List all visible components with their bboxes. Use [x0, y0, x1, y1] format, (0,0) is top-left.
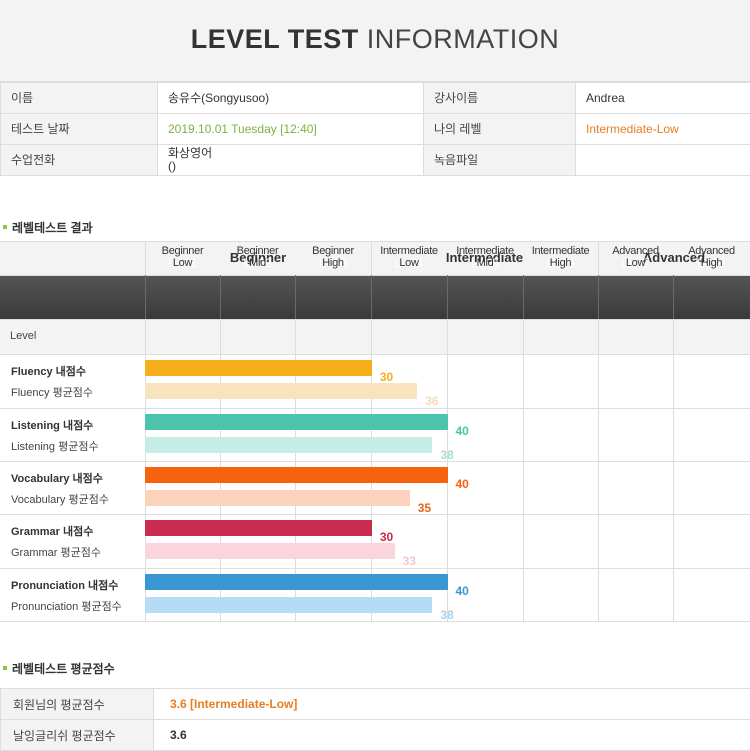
phone-value: 화상영어(): [158, 145, 424, 176]
sublevel-label: AdvancedHigh: [673, 245, 750, 269]
grid-line-h: [0, 461, 750, 462]
member-average-value: 3.6 [Intermediate-Low]: [154, 689, 750, 720]
score-bar-average: [145, 597, 432, 613]
average-section-title: 레벨테스트 평균점수: [3, 660, 115, 677]
info-table: 이름 송유수(Songyusoo) 강사이름 Andrea 테스트 날짜 201…: [0, 82, 750, 176]
grid-line-h: [0, 621, 750, 622]
page-header: LEVEL TEST INFORMATION: [0, 0, 750, 82]
grid-line-v: [673, 319, 674, 621]
score-bar-mine: [145, 467, 448, 483]
sublevel-label: IntermediateHigh: [523, 245, 598, 269]
level-chart: Level BeginnerIntermediateAdvancedLv.01L…: [0, 241, 750, 622]
phone-value-line1: 화상영어: [168, 147, 413, 160]
name-label: 이름: [1, 83, 158, 114]
score-bar-average: [145, 543, 395, 559]
score-value-mine: 40: [456, 477, 469, 491]
score-label-average: Listening 평균점수: [11, 438, 99, 454]
score-value-average: 36: [425, 394, 438, 408]
grid-line-h: [0, 319, 750, 320]
level-separator: [371, 275, 372, 319]
record-value[interactable]: [576, 145, 750, 176]
page-title: LEVEL TEST INFORMATION: [0, 24, 750, 55]
score-value-mine: 30: [380, 530, 393, 544]
grid-line-v: [523, 319, 524, 621]
score-value-average: 38: [440, 448, 453, 462]
score-label-average: Fluency 평균점수: [11, 384, 93, 400]
teacher-value: Andrea: [576, 83, 750, 114]
score-bar-average: [145, 490, 410, 506]
score-bar-average: [145, 383, 417, 399]
score-bar-average: [145, 437, 432, 453]
member-average-label: 회원님의 평균점수: [1, 689, 154, 720]
sublevel-label: BeginnerLow: [145, 245, 220, 269]
score-bar-mine: [145, 414, 448, 430]
level-separator: [598, 275, 599, 319]
name-value: 송유수(Songyusoo): [158, 83, 424, 114]
level-label: 나의 레벨: [424, 114, 576, 145]
average-table: 회원님의 평균점수 3.6 [Intermediate-Low] 날잉글리쉬 평…: [0, 688, 750, 751]
site-average-label: 날잉글리쉬 평균점수: [1, 720, 154, 751]
sublevel-label: AdvancedLow: [598, 245, 673, 269]
score-bar-mine: [145, 574, 448, 590]
grid-line-h: [0, 275, 750, 276]
sublevel-label: IntermediateMid: [447, 245, 523, 269]
level-value: Intermediate-Low: [576, 114, 750, 145]
score-value-mine: 40: [456, 424, 469, 438]
date-label: 테스트 날짜: [1, 114, 158, 145]
grid-line-h: [0, 241, 750, 242]
title-bold: LEVEL TEST: [191, 24, 359, 54]
sublevel-label: BeginnerMid: [220, 245, 295, 269]
score-label-average: Pronunciation 평균점수: [11, 598, 122, 614]
record-label: 녹음파일: [424, 145, 576, 176]
title-thin: INFORMATION: [367, 24, 559, 54]
phone-label: 수업전화: [1, 145, 158, 176]
score-label-mine: Listening 내점수: [11, 417, 93, 433]
level-separator: [673, 275, 674, 319]
score-label-average: Vocabulary 평균점수: [11, 491, 109, 507]
result-section-text: 레벨테스트 결과: [12, 221, 93, 235]
score-label-mine: Pronunciation 내점수: [11, 577, 118, 593]
grid-line-h: [0, 514, 750, 515]
level-separator: [523, 275, 524, 319]
score-value-average: 38: [440, 608, 453, 622]
score-value-mine: 40: [456, 584, 469, 598]
level-separator: [220, 275, 221, 319]
score-label-mine: Vocabulary 내점수: [11, 470, 103, 486]
section-bullet-icon: [3, 225, 7, 229]
level-row-label: Level: [10, 330, 36, 342]
sublevel-label: IntermediateLow: [371, 245, 447, 269]
grid-line-h: [0, 408, 750, 409]
date-value: 2019.10.01 Tuesday [12:40]: [158, 114, 424, 145]
teacher-label: 강사이름: [424, 83, 576, 114]
score-value-average: 35: [418, 501, 431, 515]
result-section-title: 레벨테스트 결과: [3, 219, 93, 236]
grid-line-h: [0, 354, 750, 355]
section-bullet-icon: [3, 666, 7, 670]
score-bar-mine: [145, 360, 372, 376]
sublevel-label: BeginnerHigh: [295, 245, 371, 269]
grid-line-h: [0, 568, 750, 569]
score-value-mine: 30: [380, 370, 393, 384]
score-label-average: Grammar 평균점수: [11, 544, 101, 560]
sublevel-row: [0, 319, 750, 354]
level-separator: [145, 275, 146, 319]
score-label-mine: Grammar 내점수: [11, 523, 93, 539]
score-label-mine: Fluency 내점수: [11, 363, 86, 379]
phone-value-line2: (): [168, 160, 413, 173]
site-average-value: 3.6: [154, 720, 750, 751]
score-bar-mine: [145, 520, 372, 536]
level-separator: [295, 275, 296, 319]
score-value-average: 33: [403, 554, 416, 568]
average-section-text: 레벨테스트 평균점수: [12, 662, 115, 676]
level-separator: [447, 275, 448, 319]
